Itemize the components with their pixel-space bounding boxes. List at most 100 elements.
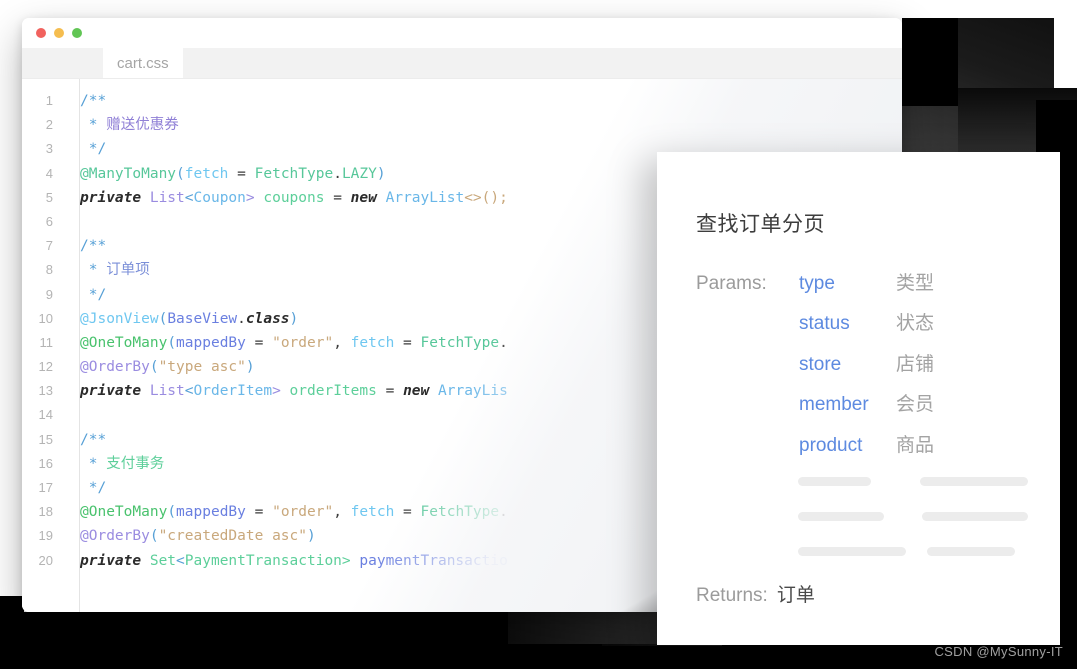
line-number: 19: [38, 528, 53, 544]
code-line-text: @OrderBy("type asc"): [66, 355, 255, 379]
param-row: store 店铺: [799, 345, 934, 385]
code-token: *: [80, 117, 107, 134]
line-number: 2: [45, 117, 53, 133]
code-token: =: [245, 334, 273, 351]
line-number: 17: [38, 480, 53, 495]
code-token: =: [324, 189, 351, 206]
line-number: 20: [38, 552, 53, 568]
code-token: @OneToMany: [80, 334, 168, 351]
code-token: orderItems: [289, 383, 377, 400]
minimize-window-button[interactable]: [54, 28, 64, 38]
param-name-status[interactable]: status: [799, 304, 896, 344]
backdrop-shape-bottom-bar: [0, 644, 1077, 669]
code-token: (: [176, 165, 185, 182]
skeleton-row: [798, 499, 1028, 534]
window-titlebar: [22, 18, 902, 48]
code-token: <: [184, 189, 194, 206]
line-number: 1: [45, 93, 53, 108]
code-token: paymentTransactio: [359, 552, 508, 569]
code-token: "type asc": [158, 359, 246, 376]
line-number: 3: [45, 141, 53, 157]
editor-tabstrip: cart.css: [22, 48, 902, 79]
tab-cart-css[interactable]: cart.css: [103, 48, 183, 78]
param-name-product[interactable]: product: [799, 426, 896, 466]
code-line-text: /**: [66, 89, 106, 113]
code-token: FetchType: [420, 504, 500, 521]
code-token: List: [149, 383, 185, 400]
backdrop-shape-top-right: [902, 18, 1054, 154]
line-number: 5: [45, 189, 53, 205]
param-row: status 状态: [799, 304, 934, 344]
code-token: */: [80, 480, 107, 496]
line-number: 7: [45, 238, 53, 254]
param-name-member[interactable]: member: [799, 385, 896, 425]
line-number: 14: [38, 407, 53, 423]
code-token: =: [376, 383, 404, 400]
code-token: >: [341, 552, 351, 569]
code-token: private: [80, 552, 142, 569]
line-number: 12: [38, 359, 53, 375]
code-token: ArrayLis: [438, 383, 508, 400]
skeleton-bar-left: [798, 547, 906, 556]
skeleton-bar-right: [921, 512, 1028, 521]
code-token: =: [394, 334, 421, 351]
param-name-store[interactable]: store: [799, 345, 896, 385]
code-token: 赠送优惠券: [106, 117, 179, 134]
code-token: @OneToMany: [80, 504, 168, 521]
code-token: /**: [80, 431, 107, 448]
code-token: PaymentTransaction: [184, 552, 342, 569]
code-token: */: [80, 141, 107, 158]
returns-value: 订单: [776, 585, 815, 606]
code-line-text: private List<Coupon> coupons = new Array…: [66, 186, 508, 210]
code-line-text: * 赠送优惠券: [66, 113, 179, 137]
code-token: ,: [333, 504, 351, 521]
skeleton-row: [798, 534, 1028, 569]
code-token: "order": [272, 334, 334, 351]
code-token: /**: [80, 238, 107, 255]
tab-label: cart.css: [117, 54, 169, 72]
code-token: (: [158, 310, 168, 327]
code-token: /**: [80, 93, 107, 109]
code-line-text: /**: [66, 234, 106, 258]
code-token: fetch: [350, 334, 395, 351]
code-token: ): [289, 310, 299, 327]
code-token: private: [80, 189, 142, 206]
code-token: new: [403, 383, 430, 400]
code-line-text: /**: [66, 428, 106, 452]
code-token: =: [394, 504, 421, 521]
backdrop-shape-bottom: [22, 612, 658, 644]
code-line: 2 * 赠送优惠券: [22, 113, 902, 137]
code-token: .: [237, 310, 246, 327]
backdrop-shape-top-notch: [902, 18, 958, 106]
code-token: .: [499, 504, 508, 521]
returns-label: Returns:: [696, 585, 768, 606]
line-number: 18: [38, 504, 53, 520]
code-token: OrderItem: [193, 383, 273, 400]
code-token: .: [333, 165, 342, 182]
maximize-window-button[interactable]: [72, 28, 82, 38]
code-token: ): [376, 165, 386, 182]
code-line-text: [66, 210, 80, 234]
param-row: member 会员: [799, 385, 934, 425]
close-window-button[interactable]: [36, 28, 46, 38]
param-description: 商品: [896, 434, 935, 456]
line-number: 6: [45, 213, 53, 229]
code-line-text: @JsonView(BaseView.class): [66, 307, 298, 331]
param-name-type[interactable]: type: [799, 264, 896, 304]
code-token: @JsonView: [80, 310, 159, 327]
param-description: 类型: [896, 273, 935, 294]
backdrop-shape-bottom-left: [0, 596, 24, 669]
code-token: coupons: [263, 189, 325, 206]
skeleton-row: [798, 464, 1028, 499]
code-token: (: [149, 528, 159, 545]
code-token: @OrderBy: [80, 528, 150, 545]
code-token: fetch: [184, 165, 229, 182]
param-description: 店铺: [896, 353, 935, 375]
returns-section: Returns: 订单: [696, 580, 815, 607]
code-token: =: [228, 165, 255, 182]
code-token: new: [350, 189, 377, 206]
param-description: 会员: [896, 394, 935, 416]
